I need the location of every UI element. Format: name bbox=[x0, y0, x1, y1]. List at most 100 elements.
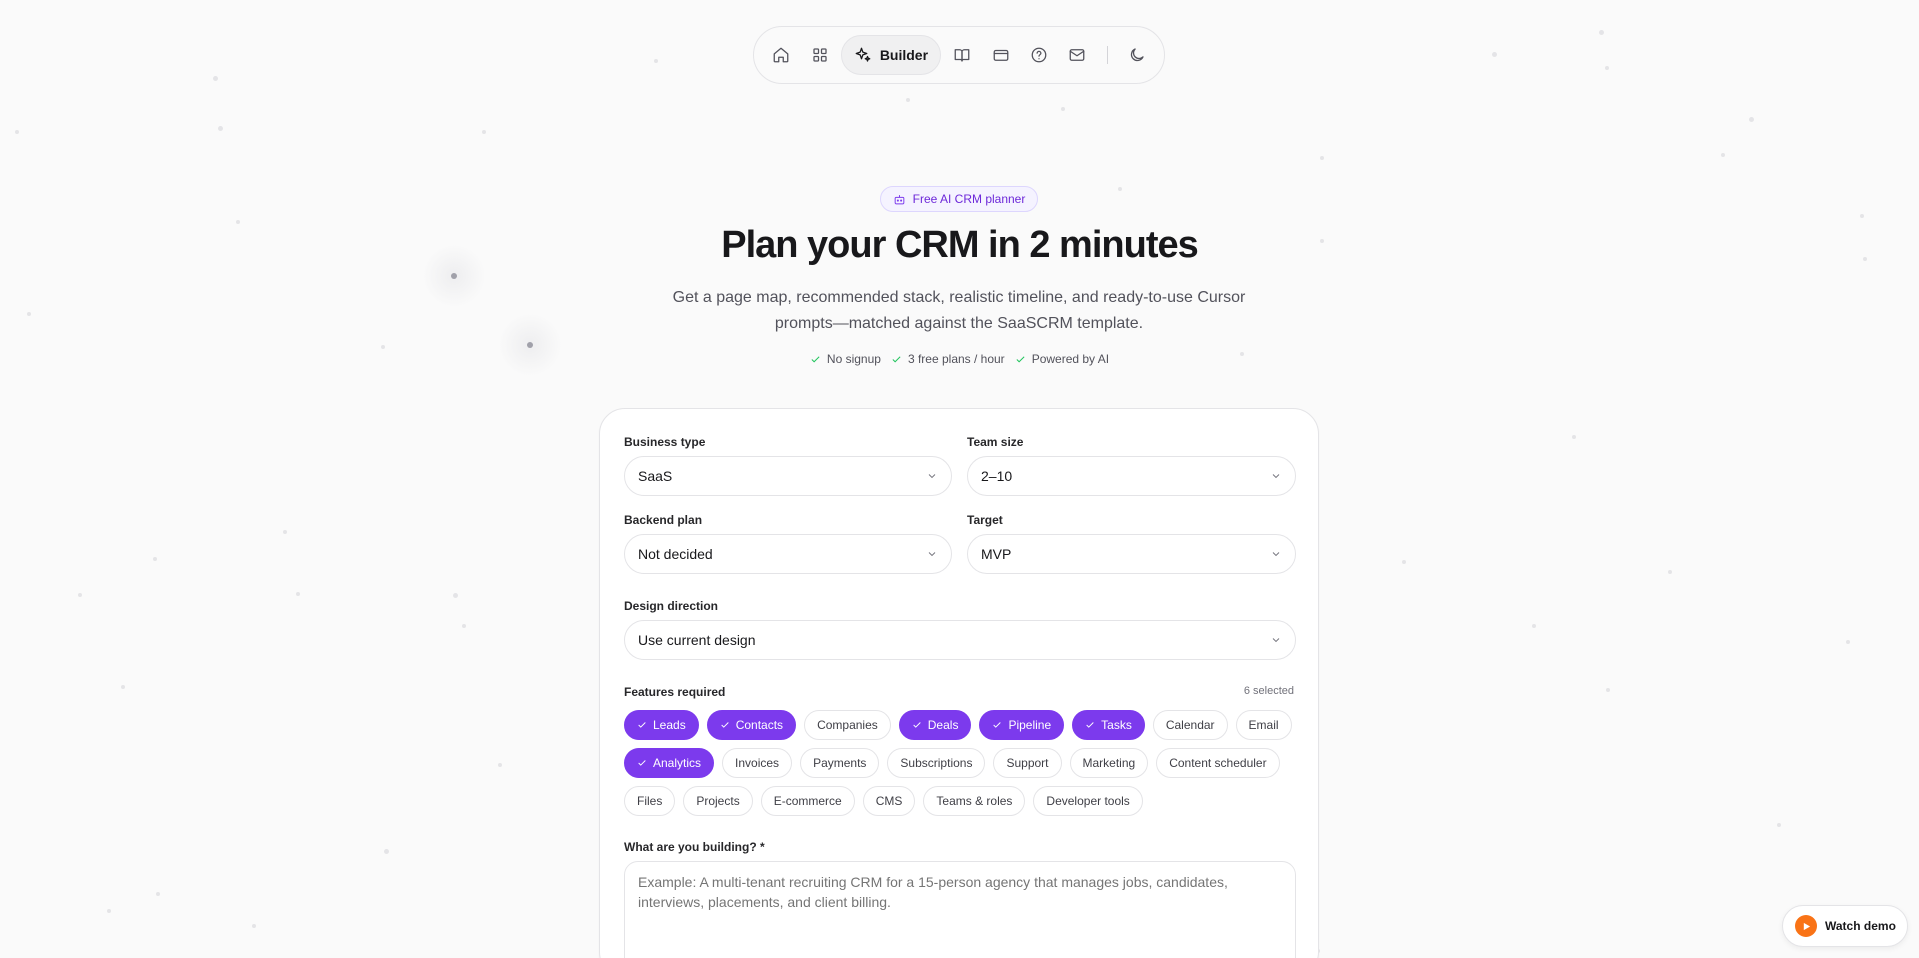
watch-demo-button[interactable]: Watch demo bbox=[1782, 905, 1908, 947]
feature-chip[interactable]: Contacts bbox=[706, 710, 797, 740]
chevron-down-icon bbox=[1272, 638, 1280, 643]
feature-chip[interactable]: Tasks bbox=[1072, 710, 1145, 740]
feature-chip-label: Tasks bbox=[1101, 718, 1132, 732]
nav-divider bbox=[1106, 46, 1108, 64]
target-select[interactable]: MVP bbox=[967, 534, 1296, 574]
check-icon bbox=[721, 722, 729, 728]
help-icon[interactable] bbox=[1022, 36, 1056, 74]
check-item: No signup bbox=[810, 352, 881, 366]
watch-demo-label: Watch demo bbox=[1825, 919, 1896, 933]
features-selected-count: 6 selected bbox=[1243, 685, 1294, 697]
feature-chip-label: Projects bbox=[696, 794, 740, 808]
feature-chip-label: E-commerce bbox=[773, 794, 842, 808]
business-type-select[interactable]: SaaS bbox=[624, 456, 952, 496]
feature-chip-label: Files bbox=[637, 794, 663, 808]
check-item: Powered by AI bbox=[1015, 352, 1109, 366]
feature-chip[interactable]: Leads bbox=[624, 710, 699, 740]
feature-chip-label: Contacts bbox=[735, 718, 784, 732]
business-type-value: SaaS bbox=[638, 468, 673, 484]
page-title: Plan your CRM in 2 minutes bbox=[721, 224, 1199, 266]
chevron-down-icon bbox=[1272, 474, 1280, 479]
chevron-down-icon bbox=[1272, 552, 1280, 557]
feature-chip-label: Leads bbox=[653, 718, 686, 732]
check-icon bbox=[811, 355, 820, 363]
moon-icon[interactable] bbox=[1120, 36, 1154, 74]
check-icon bbox=[638, 760, 646, 766]
business-type-label: Business type bbox=[624, 435, 706, 449]
chevron-down-icon bbox=[928, 474, 936, 479]
feature-chip[interactable]: Payments bbox=[800, 748, 880, 778]
feature-chip[interactable]: Teams & roles bbox=[923, 786, 1026, 816]
play-icon bbox=[1795, 915, 1817, 937]
feature-chip[interactable]: Pipeline bbox=[979, 710, 1065, 740]
feature-chip-label: Subscriptions bbox=[900, 756, 973, 770]
book-icon[interactable] bbox=[945, 36, 979, 74]
check-icon bbox=[1086, 722, 1094, 728]
check-icon bbox=[913, 722, 921, 728]
feature-chip[interactable]: Companies bbox=[804, 710, 891, 740]
target-label: Target bbox=[967, 513, 1003, 527]
feature-chip[interactable]: Support bbox=[993, 748, 1062, 778]
feature-chip[interactable]: Deals bbox=[898, 710, 972, 740]
page-subtitle: Get a page map, recommended stack, reali… bbox=[672, 289, 1246, 332]
grid-icon[interactable] bbox=[802, 36, 836, 74]
design-direction-value: Use current design bbox=[638, 632, 756, 648]
feature-chip-label: Payments bbox=[813, 756, 867, 770]
hero-badge: Free AI CRM planner bbox=[880, 186, 1038, 212]
feature-chip[interactable]: Subscriptions bbox=[887, 748, 986, 778]
building-label: What are you building? * bbox=[624, 840, 765, 854]
chevron-down-icon bbox=[928, 552, 936, 557]
team-size-label: Team size bbox=[967, 435, 1024, 449]
feature-chip[interactable]: Developer tools bbox=[1033, 786, 1143, 816]
building-description-input[interactable] bbox=[624, 861, 1296, 958]
feature-chip-label: CMS bbox=[875, 794, 903, 808]
check-label: 3 free plans / hour bbox=[907, 352, 1005, 366]
check-icon bbox=[892, 355, 901, 363]
check-item: 3 free plans / hour bbox=[891, 352, 1005, 366]
nav-builder-label: Builder bbox=[879, 47, 929, 63]
features-label: Features required bbox=[624, 685, 726, 699]
mail-icon[interactable] bbox=[1060, 36, 1094, 74]
feature-chip[interactable]: Content scheduler bbox=[1156, 748, 1280, 778]
planner-form-card: Business type SaaS Team size 2–10 Backen… bbox=[599, 408, 1319, 958]
check-icon bbox=[1016, 355, 1025, 363]
feature-chip[interactable]: E-commerce bbox=[760, 786, 855, 816]
feature-chip-label: Marketing bbox=[1082, 756, 1136, 770]
feature-chip-label: Email bbox=[1248, 718, 1279, 732]
feature-chip-label: Teams & roles bbox=[936, 794, 1013, 808]
design-direction-select[interactable]: Use current design bbox=[624, 620, 1296, 660]
backend-plan-select[interactable]: Not decided bbox=[624, 534, 952, 574]
feature-chip-label: Companies bbox=[817, 718, 878, 732]
check-label: Powered by AI bbox=[1031, 352, 1110, 366]
feature-chip-label: Invoices bbox=[735, 756, 780, 770]
team-size-select[interactable]: 2–10 bbox=[967, 456, 1296, 496]
team-size-value: 2–10 bbox=[981, 468, 1013, 484]
feature-chip-label: Deals bbox=[927, 718, 959, 732]
feature-chip-label: Developer tools bbox=[1046, 794, 1130, 808]
bot-icon bbox=[894, 194, 904, 204]
backend-plan-label: Backend plan bbox=[624, 513, 703, 527]
feature-chip-label: Analytics bbox=[653, 756, 702, 770]
target-value: MVP bbox=[981, 546, 1012, 562]
feature-chip-label: Calendar bbox=[1165, 718, 1215, 732]
hero-badge-label: Free AI CRM planner bbox=[912, 192, 1026, 206]
feature-chip[interactable]: Marketing bbox=[1069, 748, 1149, 778]
feature-chip[interactable]: Projects bbox=[683, 786, 753, 816]
feature-chip-label: Content scheduler bbox=[1169, 756, 1267, 770]
feature-chip[interactable]: CMS bbox=[862, 786, 916, 816]
home-icon[interactable] bbox=[764, 36, 798, 74]
feature-chip[interactable]: Email bbox=[1235, 710, 1292, 740]
check-label: No signup bbox=[826, 352, 881, 366]
nav-builder-button[interactable]: Builder bbox=[840, 35, 942, 75]
feature-checks: No signup 3 free plans / hour Powered by… bbox=[0, 352, 1919, 366]
check-icon bbox=[638, 722, 646, 728]
feature-chip[interactable]: Calendar bbox=[1152, 710, 1228, 740]
feature-chip[interactable]: Files bbox=[624, 786, 676, 816]
backend-plan-value: Not decided bbox=[638, 546, 713, 562]
top-nav: Builder bbox=[753, 26, 1165, 84]
card-icon[interactable] bbox=[983, 36, 1017, 74]
feature-chip-label: Pipeline bbox=[1008, 718, 1052, 732]
feature-chip[interactable]: Invoices bbox=[722, 748, 793, 778]
feature-chip[interactable]: Analytics bbox=[624, 748, 715, 778]
sparkles-icon bbox=[855, 47, 871, 62]
